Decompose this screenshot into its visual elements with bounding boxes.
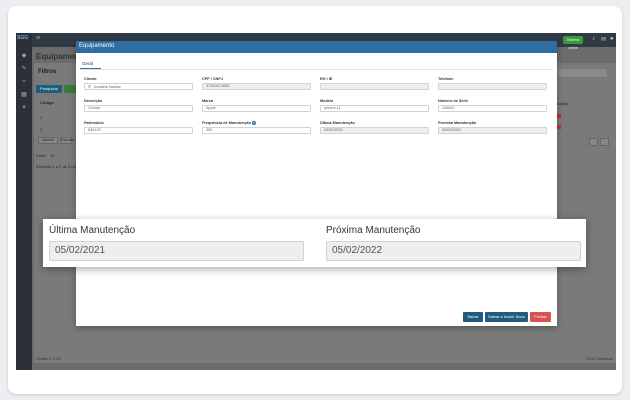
sidebar: SGG ◆ ✎ + ▦ ✦ xyxy=(16,33,32,370)
patrimonio-field[interactable]: 845123 xyxy=(84,127,193,134)
ultima-zoom-label: Última Manutenção xyxy=(49,225,136,236)
descricao-field[interactable]: Celular xyxy=(84,105,193,112)
user-icon[interactable]: ● xyxy=(610,36,614,42)
cliente-label: Cliente xyxy=(84,77,97,81)
help-icon[interactable]: ? xyxy=(252,121,257,125)
exibir-label: Exibir xyxy=(36,153,47,158)
cliente-field[interactable]: ⚲ Anadine Nadine xyxy=(84,83,193,90)
ultima-field[interactable]: 05/02/2021 xyxy=(320,127,429,134)
serie-label: Número de Série xyxy=(438,99,469,103)
modal-header: Equipamento xyxy=(76,41,557,53)
delete-icon[interactable] xyxy=(557,114,561,118)
print-button[interactable]: Imprimir xyxy=(38,137,58,144)
next-page-button[interactable] xyxy=(600,138,609,146)
descricao-label: Descrição xyxy=(84,99,103,103)
telefone-field[interactable] xyxy=(438,83,547,90)
filters-heading: Filtros xyxy=(38,69,57,75)
cliente-value: Anadine Nadine xyxy=(93,85,121,89)
proxima-field[interactable]: 05/02/2022 xyxy=(438,127,547,134)
tools-icon[interactable]: ✦ xyxy=(21,105,27,111)
search-icon: ⚲ xyxy=(88,84,91,89)
dashboard-icon[interactable]: ◆ xyxy=(21,53,27,59)
bell-icon[interactable]: ♪ xyxy=(592,36,595,42)
new-button[interactable] xyxy=(64,85,76,93)
proxima-zoom-field[interactable]: 05/02/2022 xyxy=(326,241,581,261)
plus-icon[interactable]: + xyxy=(21,79,27,85)
app-logo: SGG xyxy=(17,35,29,41)
search-button[interactable]: Pesquisar xyxy=(36,85,62,93)
telefone-label: Telefone xyxy=(438,77,454,81)
grid-icon[interactable]: ▦ xyxy=(21,92,27,98)
close-button[interactable]: Fechar xyxy=(530,312,551,322)
rg-field[interactable] xyxy=(320,83,429,90)
frequencia-label-text: Frequência de Manutenção xyxy=(202,121,251,125)
cpf-label: CPF / CNPJ xyxy=(202,77,223,81)
rg-label: RG / IE xyxy=(320,77,333,81)
cpf-field[interactable]: 37300374660 xyxy=(202,83,311,90)
marca-label: Marca xyxy=(202,99,213,103)
edit-icon[interactable]: ✎ xyxy=(21,66,27,72)
prev-page-button[interactable] xyxy=(589,138,598,146)
exibir-select[interactable]: 10 xyxy=(50,153,54,158)
frequencia-label: Frequência de Manutenção ? xyxy=(202,121,257,125)
table-row[interactable]: 1 xyxy=(40,115,42,120)
page-title: Equipament xyxy=(36,52,82,61)
codigo-header: Código xyxy=(40,100,54,105)
zoom-callout: Última Manutenção 05/02/2021 Próxima Man… xyxy=(43,219,586,267)
table-row[interactable]: 2 xyxy=(40,127,42,132)
delete-icon[interactable] xyxy=(557,125,561,129)
status-badge: Sistema online xyxy=(563,36,583,50)
export-button[interactable]: Exportar xyxy=(60,137,74,144)
frequencia-field[interactable]: 365 xyxy=(202,127,311,134)
ultima-zoom-field[interactable]: 05/02/2021 xyxy=(49,241,304,261)
save-and-new-button[interactable]: Salvar e Incluir Novo xyxy=(485,312,528,322)
ultima-label: Última Manutenção xyxy=(320,121,355,125)
serie-field[interactable]: 246810 xyxy=(438,105,547,112)
footer-version: Versão 1.0.22 xyxy=(36,356,61,361)
modelo-label: Modelo xyxy=(320,99,334,103)
footer-company: SGG Sistemas xyxy=(586,356,613,361)
marca-field[interactable]: Apple xyxy=(202,105,311,112)
menu-icon[interactable]: ≡ xyxy=(36,35,40,42)
modal-title: Equipamento xyxy=(79,43,115,49)
modelo-field[interactable]: Iphone 11 xyxy=(320,105,429,112)
actions-header: Ações xyxy=(557,101,569,106)
patrimonio-label: Patrimônio xyxy=(84,121,104,125)
filter-input[interactable] xyxy=(557,68,608,78)
proxima-zoom-label: Próxima Manutenção xyxy=(326,225,421,236)
equipment-modal: Equipamento Geral Cliente ⚲ Anadine Nadin… xyxy=(76,41,557,326)
tab-divider xyxy=(80,69,553,70)
save-button[interactable]: Salvar xyxy=(463,312,483,322)
tab-geral[interactable]: Geral xyxy=(82,61,93,66)
mail-icon[interactable]: ✉ xyxy=(601,36,606,43)
proxima-label: Próxima Manutenção xyxy=(438,121,477,125)
